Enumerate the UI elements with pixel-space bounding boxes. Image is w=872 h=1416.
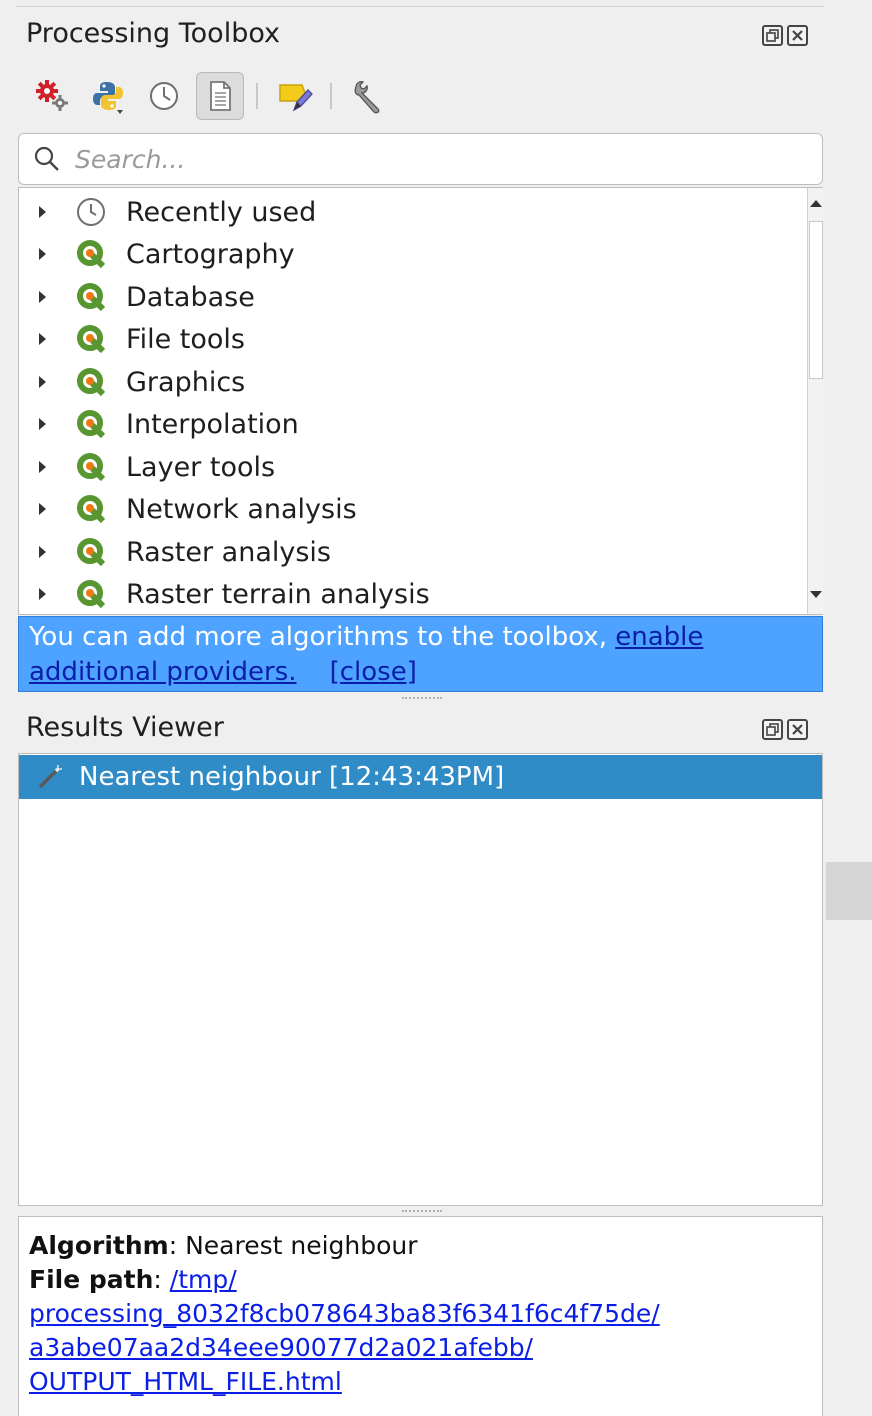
tree-item-raster-terrain-analysis[interactable]: Raster terrain analysis	[19, 573, 789, 615]
notice-text: You can add more algorithms to the toolb…	[29, 622, 616, 652]
qgis-icon	[74, 407, 108, 441]
algorithm-value: Nearest neighbour	[185, 1231, 418, 1260]
search-input[interactable]	[75, 144, 775, 174]
tree-item-graphics[interactable]: Graphics	[19, 361, 789, 403]
options-icon	[354, 81, 380, 114]
results-title: Results Viewer	[26, 712, 224, 743]
tree-item-label: File tools	[126, 323, 245, 355]
toolbox-toolbar	[28, 70, 400, 122]
close-panel-button[interactable]	[787, 719, 808, 740]
expand-arrow-icon[interactable]	[39, 333, 46, 345]
toolbox-dock-buttons	[762, 25, 808, 46]
history-button[interactable]	[140, 72, 188, 120]
result-details: Algorithm: Nearest neighbour File path: …	[18, 1216, 823, 1416]
search-icon	[34, 146, 59, 171]
close-icon	[792, 30, 803, 41]
tree-item-layer-tools[interactable]: Layer tools	[19, 446, 789, 488]
expand-arrow-icon[interactable]	[39, 588, 46, 600]
float-icon	[766, 723, 779, 736]
expand-arrow-icon[interactable]	[39, 376, 46, 388]
options-button[interactable]	[344, 72, 392, 120]
filepath-label: File path	[29, 1265, 154, 1294]
tree-item-network-analysis[interactable]: Network analysis	[19, 488, 789, 530]
scroll-down-arrow-icon[interactable]	[810, 591, 822, 598]
toolbar-separator	[256, 83, 258, 109]
expand-arrow-icon[interactable]	[39, 418, 46, 430]
filepath-line: File path: /tmp/	[29, 1265, 237, 1294]
expand-arrow-icon[interactable]	[39, 206, 46, 218]
tree-item-interpolation[interactable]: Interpolation	[19, 403, 789, 445]
float-panel-button[interactable]	[762, 25, 783, 46]
enable-providers-link-cont[interactable]: additional providers.	[29, 657, 297, 687]
expand-arrow-icon[interactable]	[39, 503, 46, 515]
result-item-label: Nearest neighbour [12:43:43PM]	[79, 762, 505, 792]
filepath-link[interactable]: /tmp/	[170, 1265, 237, 1294]
tree-scrollbar[interactable]	[807, 188, 823, 614]
expand-arrow-icon[interactable]	[39, 248, 46, 260]
toolbar-separator-2	[330, 83, 332, 109]
results-list: Nearest neighbour [12:43:43PM]	[18, 753, 823, 1206]
splitter-handle[interactable]	[826, 862, 872, 920]
providers-notice: You can add more algorithms to the toolb…	[18, 616, 823, 692]
algorithm-wand-icon	[35, 762, 65, 792]
close-notice-link[interactable]: [close]	[330, 657, 417, 687]
result-item[interactable]: Nearest neighbour [12:43:43PM]	[19, 755, 822, 799]
filepath-link-part3[interactable]: a3abe07aa2d34eee90077d2a021afebb/	[29, 1333, 533, 1362]
history-icon	[150, 82, 178, 110]
tree-item-label: Recently used	[126, 196, 317, 228]
expand-arrow-icon[interactable]	[39, 291, 46, 303]
tree-item-file-tools[interactable]: File tools	[19, 318, 789, 360]
results-icon	[210, 81, 231, 111]
qgis-icon	[74, 280, 108, 314]
close-panel-button[interactable]	[787, 25, 808, 46]
tree-item-label: Cartography	[126, 238, 295, 270]
algorithm-line: Algorithm: Nearest neighbour	[29, 1231, 418, 1260]
algorithm-tree: Recently used Cartography Database File …	[18, 187, 823, 615]
search-box[interactable]	[18, 133, 823, 185]
tree-item-cartography[interactable]: Cartography	[19, 233, 789, 275]
qgis-icon	[74, 237, 108, 271]
qgis-icon	[74, 535, 108, 569]
tree-item-recently-used[interactable]: Recently used	[19, 191, 789, 233]
close-icon	[792, 724, 803, 735]
float-icon	[766, 29, 779, 42]
edit-features-button[interactable]	[270, 72, 318, 120]
enable-providers-link[interactable]: enable	[615, 622, 703, 652]
qgis-icon	[74, 450, 108, 484]
results-viewer-button[interactable]	[196, 72, 244, 120]
tree-item-label: Graphics	[126, 366, 246, 398]
top-divider	[16, 6, 824, 7]
tree-item-label: Database	[126, 281, 255, 313]
tree-item-raster-analysis[interactable]: Raster analysis	[19, 531, 789, 573]
qgis-icon	[74, 492, 108, 526]
splitter-grip[interactable]	[402, 697, 442, 700]
tree-item-label: Raster analysis	[126, 536, 331, 568]
tree-item-label: Network analysis	[126, 493, 357, 525]
qgis-icon	[74, 365, 108, 399]
tree-item-database[interactable]: Database	[19, 276, 789, 318]
scrollbar-thumb[interactable]	[809, 221, 823, 379]
tree-item-label: Raster terrain analysis	[126, 578, 430, 610]
map-canvas-edge	[826, 0, 872, 1416]
models-button[interactable]	[28, 72, 76, 120]
results-dock-buttons	[762, 719, 808, 740]
edit-features-icon	[279, 84, 313, 112]
qgis-icon	[74, 577, 108, 611]
expand-arrow-icon[interactable]	[39, 461, 46, 473]
models-icon	[36, 80, 68, 111]
filepath-link-part4[interactable]: OUTPUT_HTML_FILE.html	[29, 1367, 342, 1396]
float-panel-button[interactable]	[762, 719, 783, 740]
python-icon	[93, 82, 123, 114]
qgis-icon	[74, 322, 108, 356]
tree-item-label: Layer tools	[126, 451, 276, 483]
algorithm-label: Algorithm	[29, 1231, 169, 1260]
expand-arrow-icon[interactable]	[39, 546, 46, 558]
scroll-up-arrow-icon[interactable]	[810, 200, 822, 207]
filepath-link-part2[interactable]: processing_8032f8cb078643ba83f6341f6c4f7…	[29, 1299, 660, 1328]
toolbox-title: Processing Toolbox	[26, 18, 281, 49]
python-button[interactable]	[84, 72, 132, 120]
splitter-grip-2[interactable]	[402, 1210, 442, 1213]
clock-icon	[74, 195, 108, 229]
tree-item-label: Interpolation	[126, 408, 299, 440]
